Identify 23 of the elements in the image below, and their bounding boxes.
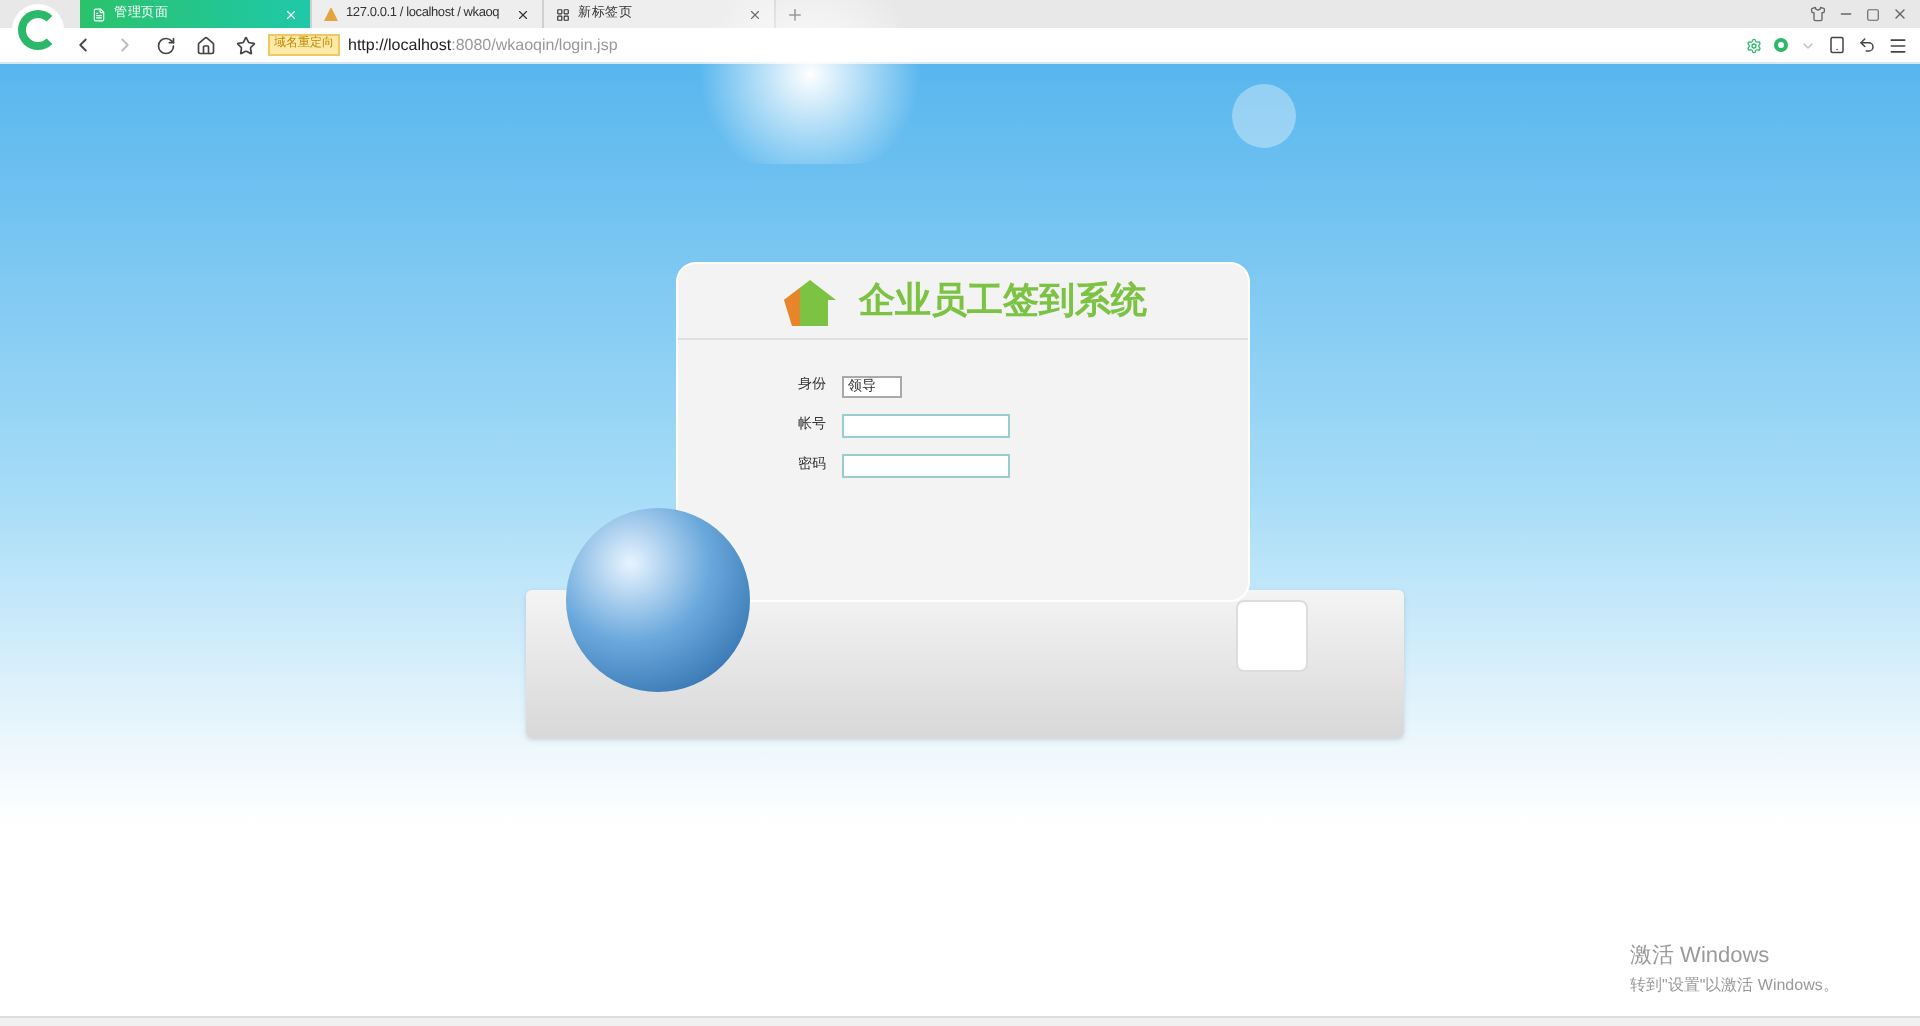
close-icon[interactable] xyxy=(1892,6,1908,22)
account-field[interactable] xyxy=(842,414,1010,438)
reload-icon[interactable] xyxy=(156,35,176,55)
home-icon[interactable] xyxy=(196,35,216,55)
skin-icon[interactable] xyxy=(1810,6,1826,22)
close-icon[interactable] xyxy=(748,7,762,21)
grid-icon xyxy=(556,7,570,21)
menu-icon[interactable] xyxy=(1888,35,1908,55)
house-logo-icon xyxy=(779,275,839,327)
system-title: 企业员工签到系统 xyxy=(859,278,1147,324)
undo-icon[interactable] xyxy=(1858,36,1876,54)
activation-subtitle: 转到"设置"以激活 Windows。 xyxy=(1630,973,1839,997)
gear-icon[interactable] xyxy=(1746,37,1762,53)
sail-icon xyxy=(324,7,338,21)
page-icon xyxy=(92,7,106,21)
activation-title: 激活 Windows xyxy=(1630,942,1772,972)
bubble-drawing xyxy=(1232,84,1296,148)
password-field[interactable] xyxy=(842,454,1010,478)
maximize-icon[interactable] xyxy=(1866,7,1880,21)
star-icon[interactable] xyxy=(236,35,256,55)
tablet-icon[interactable] xyxy=(1828,36,1846,54)
close-icon[interactable] xyxy=(516,7,530,21)
url-text[interactable]: http://localhost:8080/wkaoqin/login.jsp xyxy=(348,33,618,57)
